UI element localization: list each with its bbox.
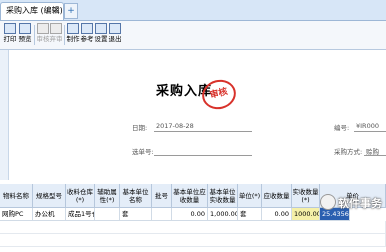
date-field[interactable]: 2017-08-28 xyxy=(156,122,194,130)
add-tab-icon[interactable]: + xyxy=(64,3,78,19)
cell-unit[interactable]: 套 xyxy=(238,208,262,221)
column-header[interactable]: 基本单位实收数量 xyxy=(208,184,238,208)
unaudit-icon xyxy=(50,23,62,34)
column-header[interactable]: 物料名称 xyxy=(0,184,33,208)
cell-warehouse[interactable]: 成品1号仓 xyxy=(66,208,95,221)
purchase-method-label: 采购方式: xyxy=(334,148,363,156)
cell-base-received-qty[interactable]: 1,000.00 xyxy=(208,208,238,221)
date-label: 日期: xyxy=(132,124,148,132)
exit-icon xyxy=(109,23,121,34)
watermark: 软件事务 xyxy=(318,190,386,216)
purchase-method-underline xyxy=(364,155,386,156)
cell-batch[interactable] xyxy=(152,208,172,221)
exit-button[interactable]: 退出 xyxy=(107,22,123,48)
reference-icon xyxy=(81,23,93,34)
cell-aux-attr[interactable] xyxy=(95,208,120,221)
column-header[interactable]: 辅助属性(*) xyxy=(95,184,120,208)
column-header[interactable]: 基本单位名称 xyxy=(120,184,152,208)
column-header[interactable]: 单位(*) xyxy=(238,184,262,208)
date-underline xyxy=(154,131,252,132)
toolbar: 打印 预览 审核 弃审 制作 参考 设置 退出 xyxy=(0,21,386,50)
source-order-field[interactable] xyxy=(154,155,252,156)
tab-bar: 采购入库 (编辑) × + xyxy=(0,0,386,21)
preview-button[interactable]: 预览 xyxy=(17,22,33,48)
column-header[interactable]: 收料仓库(*) xyxy=(66,184,95,208)
number-label: 编号: xyxy=(334,124,350,132)
wechat-logo-icon xyxy=(320,194,336,210)
cell-received-qty[interactable]: 1000.00 xyxy=(292,208,320,221)
cell-material-name[interactable]: 网购PC xyxy=(0,208,33,221)
preview-label: 预览 xyxy=(18,35,32,43)
cell-base-receivable-qty[interactable]: 0.00 xyxy=(172,208,208,221)
column-header[interactable]: 基本单位应收数量 xyxy=(172,184,208,208)
tab-purchase-inbound[interactable]: 采购入库 (编辑) × xyxy=(0,2,64,20)
number-field[interactable]: ¥IR000 xyxy=(356,122,379,130)
left-panel-strip xyxy=(0,50,9,180)
empty-row[interactable] xyxy=(0,234,386,247)
column-header[interactable]: 应收数量 xyxy=(262,184,292,208)
settings-icon xyxy=(95,23,107,34)
unaudit-label: 弃审 xyxy=(49,35,63,43)
empty-row[interactable] xyxy=(0,221,386,234)
preview-icon xyxy=(19,23,31,34)
print-label: 打印 xyxy=(3,35,17,43)
cell-receivable-qty[interactable]: 0.00 xyxy=(262,208,292,221)
watermark-text: 软件事务 xyxy=(338,197,382,210)
column-header[interactable]: 规格型号 xyxy=(33,184,66,208)
print-button[interactable]: 打印 xyxy=(2,22,18,48)
make-icon xyxy=(67,23,79,34)
column-header[interactable]: 批号 xyxy=(152,184,172,208)
cell-base-unit[interactable]: 套 xyxy=(120,208,152,221)
close-icon[interactable]: × xyxy=(53,5,60,14)
column-header[interactable]: 实收数量(*) xyxy=(292,184,320,208)
exit-label: 退出 xyxy=(108,35,122,43)
source-order-label: 选单号: xyxy=(132,148,154,156)
printer-icon xyxy=(4,23,16,34)
number-underline xyxy=(354,131,386,132)
unaudit-button[interactable]: 弃审 xyxy=(48,22,64,48)
cell-spec[interactable]: 办公机 xyxy=(33,208,66,221)
